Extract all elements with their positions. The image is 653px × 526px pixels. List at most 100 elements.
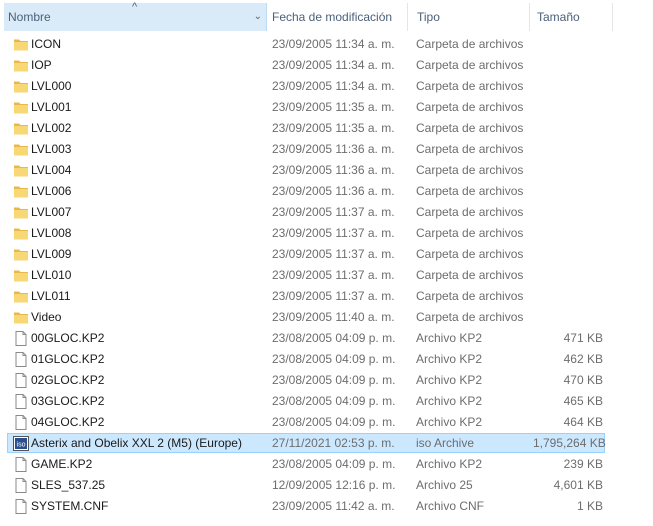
item-size: 471 KB: [563, 331, 603, 345]
list-item[interactable]: LVL007 23/09/2005 11:37 a. m. Carpeta de a…: [0, 202, 653, 223]
list-item[interactable]: LVL002 23/09/2005 11:35 a. m. Carpeta de a…: [0, 118, 653, 139]
file-icon: [13, 352, 29, 367]
list-item[interactable]: LVL011 23/09/2005 11:37 a. m. Carpeta de a…: [0, 286, 653, 307]
item-type: Carpeta de archivos: [416, 226, 524, 240]
list-item[interactable]: LVL009 23/09/2005 11:37 a. m. Carpeta de a…: [0, 244, 653, 265]
item-name: LVL000: [31, 79, 72, 93]
item-date: 23/08/2005 04:09 p. m.: [272, 373, 396, 387]
item-date: 27/11/2021 02:53 p. m.: [272, 436, 395, 450]
item-date: 23/08/2005 04:09 p. m.: [272, 394, 396, 408]
svg-text:iso: iso: [17, 442, 26, 449]
item-type: Carpeta de archivos: [416, 268, 524, 282]
item-size: [533, 139, 603, 160]
item-size: [533, 223, 603, 244]
file-icon: [13, 415, 29, 430]
file-icon: [13, 457, 29, 472]
list-item[interactable]: 02GLOC.KP2 23/08/2005 04:09 p. m. Archivo …: [0, 370, 653, 391]
item-date: 23/09/2005 11:37 a. m.: [272, 268, 395, 282]
list-item[interactable]: 03GLOC.KP2 23/08/2005 04:09 p. m. Archivo …: [0, 391, 653, 412]
item-date: 23/09/2005 11:34 a. m.: [272, 79, 395, 93]
item-type: Archivo KP2: [416, 457, 483, 471]
list-item[interactable]: LVL008 23/09/2005 11:37 a. m. Carpeta de a…: [0, 223, 653, 244]
column-header-name[interactable]: ^ Nombre ⌄: [4, 1, 267, 31]
item-size: 464 KB: [563, 415, 603, 429]
item-name: Video: [31, 310, 62, 324]
folder-icon: [13, 226, 29, 241]
item-name: Asterix and Obelix XXL 2 (M5) (Europe): [31, 436, 242, 450]
item-name: 03GLOC.KP2: [31, 394, 105, 408]
item-name: LVL010: [31, 268, 72, 282]
list-item[interactable]: SYSTEM.CNF 23/09/2005 11:42 a. m. Archivo …: [0, 496, 653, 517]
file-icon: [13, 499, 29, 514]
folder-icon: [13, 37, 29, 52]
iso-icon: iso: [13, 436, 29, 451]
list-item[interactable]: GAME.KP2 23/08/2005 04:09 p. m. Archivo KP…: [0, 454, 653, 475]
folder-icon: [13, 205, 29, 220]
item-date: 23/09/2005 11:37 a. m.: [272, 247, 395, 261]
item-size: 462 KB: [563, 352, 603, 366]
chevron-down-icon[interactable]: ⌄: [254, 3, 262, 31]
item-type: Archivo KP2: [416, 331, 483, 345]
list-item[interactable]: Video 23/09/2005 11:40 a. m. Carpeta de ar…: [0, 307, 653, 328]
folder-icon: [13, 142, 29, 157]
item-name: 02GLOC.KP2: [31, 373, 105, 387]
folder-icon: [13, 58, 29, 73]
item-name: LVL001: [31, 100, 72, 114]
item-type: Carpeta de archivos: [416, 205, 524, 219]
list-item[interactable]: SLES_537.25 12/09/2005 12:16 p. m. Archivo…: [0, 475, 653, 496]
item-size: 470 KB: [563, 373, 603, 387]
item-date: 23/09/2005 11:36 a. m.: [272, 184, 395, 198]
file-icon: [13, 331, 29, 346]
item-date: 23/09/2005 11:34 a. m.: [272, 37, 395, 51]
item-size: [533, 244, 603, 265]
folder-icon: [13, 268, 29, 283]
list-item[interactable]: iso Asterix and Obelix XXL 2 (M5) (Europe…: [0, 433, 653, 454]
list-item[interactable]: ICON 23/09/2005 11:34 a. m. Carpeta de arc…: [0, 34, 653, 55]
item-size: [533, 76, 603, 97]
item-size: 465 KB: [563, 394, 603, 408]
item-name: 00GLOC.KP2: [31, 331, 105, 345]
item-size: [533, 34, 603, 55]
item-name: LVL004: [31, 163, 72, 177]
list-item[interactable]: 01GLOC.KP2 23/08/2005 04:09 p. m. Archivo …: [0, 349, 653, 370]
column-header-date[interactable]: Fecha de modificación: [268, 3, 408, 31]
item-type: Carpeta de archivos: [416, 121, 524, 135]
item-date: 23/09/2005 11:35 a. m.: [272, 100, 395, 114]
item-date: 23/08/2005 04:09 p. m.: [272, 415, 396, 429]
list-item[interactable]: LVL000 23/09/2005 11:34 a. m. Carpeta de a…: [0, 76, 653, 97]
folder-icon: [13, 79, 29, 94]
item-type: Carpeta de archivos: [416, 184, 524, 198]
item-type: Archivo KP2: [416, 394, 483, 408]
list-item[interactable]: IOP 23/09/2005 11:34 a. m. Carpeta de arch…: [0, 55, 653, 76]
item-date: 23/09/2005 11:35 a. m.: [272, 121, 395, 135]
list-item[interactable]: LVL010 23/09/2005 11:37 a. m. Carpeta de a…: [0, 265, 653, 286]
folder-icon: [13, 247, 29, 262]
file-icon: [13, 478, 29, 493]
folder-icon: [13, 184, 29, 199]
item-date: 23/09/2005 11:42 a. m.: [272, 499, 395, 513]
item-type: Carpeta de archivos: [416, 289, 524, 303]
list-item[interactable]: LVL006 23/09/2005 11:36 a. m. Carpeta de a…: [0, 181, 653, 202]
item-date: 23/08/2005 04:09 p. m.: [272, 352, 396, 366]
list-item[interactable]: LVL003 23/09/2005 11:36 a. m. Carpeta de a…: [0, 139, 653, 160]
column-header-type[interactable]: Tipo: [413, 3, 530, 31]
folder-icon: [13, 289, 29, 304]
item-size: [533, 202, 603, 223]
item-type: Carpeta de archivos: [416, 310, 524, 324]
item-name: LVL009: [31, 247, 72, 261]
item-type: Carpeta de archivos: [416, 247, 524, 261]
list-item[interactable]: 04GLOC.KP2 23/08/2005 04:09 p. m. Archivo …: [0, 412, 653, 433]
list-item[interactable]: LVL004 23/09/2005 11:36 a. m. Carpeta de a…: [0, 160, 653, 181]
item-date: 23/08/2005 04:09 p. m.: [272, 331, 396, 345]
list-item[interactable]: 00GLOC.KP2 23/08/2005 04:09 p. m. Archivo …: [0, 328, 653, 349]
item-type: Archivo KP2: [416, 373, 483, 387]
list-item[interactable]: LVL001 23/09/2005 11:35 a. m. Carpeta de a…: [0, 97, 653, 118]
item-date: 23/09/2005 11:37 a. m.: [272, 226, 395, 240]
item-type: Archivo KP2: [416, 415, 483, 429]
folder-icon: [13, 163, 29, 178]
item-name: LVL008: [31, 226, 72, 240]
column-header-size[interactable]: Tamaño: [533, 3, 613, 31]
item-size: [533, 55, 603, 76]
item-date: 23/09/2005 11:37 a. m.: [272, 205, 395, 219]
file-icon: [13, 373, 29, 388]
